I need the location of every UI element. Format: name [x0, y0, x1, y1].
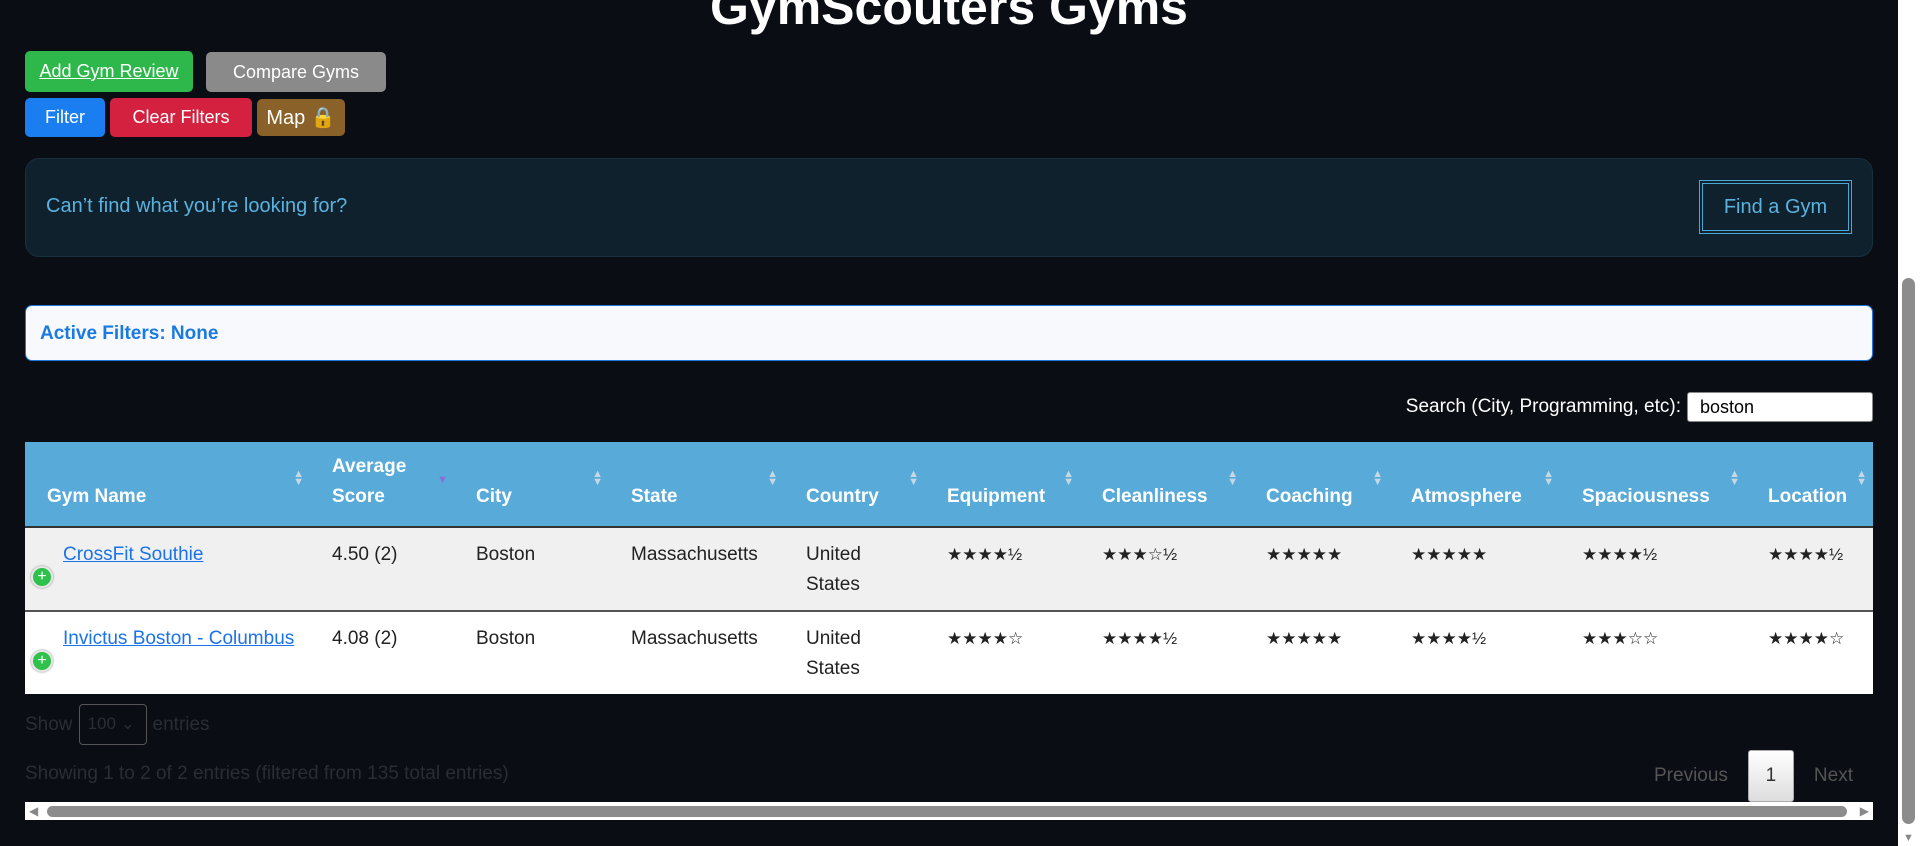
entries-select[interactable]: 100 ⌄	[78, 704, 147, 745]
state: Massachusetts	[609, 611, 784, 694]
expand-row-icon[interactable]: +	[31, 566, 53, 588]
search-input[interactable]	[1687, 392, 1873, 422]
column-header-gym-name[interactable]: Gym Name ▲ ▼	[25, 442, 310, 528]
location-rating: ★★★★☆	[1746, 611, 1873, 694]
pagination: Previous 1 Next	[1634, 750, 1873, 802]
location-rating: ★★★★½	[1746, 527, 1873, 612]
search-bar: Search (City, Programming, etc):	[1406, 392, 1873, 422]
search-label: Search (City, Programming, etc):	[1405, 396, 1681, 417]
column-header-city[interactable]: City ▲ ▼	[454, 442, 609, 528]
banner-text: Can’t find what you’re looking for?	[46, 195, 348, 217]
column-header-state[interactable]: State ▲ ▼	[609, 442, 784, 528]
city: Boston	[454, 527, 609, 612]
table-row: + CrossFit Southie 4.50 (2) Boston Massac…	[25, 527, 1873, 612]
compare-gyms-button[interactable]: Compare Gyms	[206, 52, 386, 92]
atmosphere-rating: ★★★★★	[1389, 527, 1560, 612]
atmosphere-rating: ★★★★½	[1389, 611, 1560, 694]
gym-link[interactable]: CrossFit Southie	[63, 544, 203, 565]
sort-icon: ▲ ▼	[1372, 468, 1383, 488]
gyms-table: Gym Name ▲ ▼ Average Score ▼ City ▲ ▼ State ▲ ▼…	[25, 442, 1873, 694]
average-score: 4.50 (2)	[310, 527, 454, 612]
previous-button[interactable]: Previous	[1634, 765, 1748, 787]
cleanliness-rating: ★★★☆½	[1080, 527, 1244, 612]
sort-icon: ▲ ▼	[1543, 468, 1554, 488]
show-label: Show	[25, 713, 73, 735]
entries-label: entries	[152, 713, 210, 735]
column-header-atmosphere[interactable]: Atmosphere ▲ ▼	[1389, 442, 1560, 528]
city: Boston	[454, 611, 609, 694]
sort-icon: ▲ ▼	[293, 468, 304, 488]
filter-button[interactable]: Filter	[25, 98, 105, 137]
sort-icon: ▲ ▼	[592, 468, 603, 488]
cleanliness-rating: ★★★★½	[1080, 611, 1244, 694]
sort-icon: ▲ ▼	[767, 468, 778, 488]
scroll-left-icon[interactable]: ◀	[29, 804, 38, 818]
map-button[interactable]: Map 🔒	[257, 99, 345, 136]
active-filters: Active Filters: None	[25, 305, 1873, 361]
sort-icon: ▲ ▼	[1856, 468, 1867, 488]
column-header-equipment[interactable]: Equipment ▲ ▼	[925, 442, 1080, 528]
column-header-average-score[interactable]: Average Score ▼	[310, 442, 454, 528]
find-gym-banner: Can’t find what you’re looking for? Find…	[25, 158, 1873, 257]
scrollbar-thumb[interactable]	[47, 806, 1847, 817]
page-title: GymScouters Gyms	[710, 0, 1188, 35]
gym-link[interactable]: Invictus Boston - Columbus	[63, 628, 294, 649]
horizontal-scrollbar[interactable]: ◀ ▶	[25, 802, 1873, 820]
column-header-cleanliness[interactable]: Cleanliness ▲ ▼	[1080, 442, 1244, 528]
sort-icon: ▲ ▼	[1729, 468, 1740, 488]
column-header-location[interactable]: Location ▲ ▼	[1746, 442, 1873, 528]
equipment-rating: ★★★★½	[925, 527, 1080, 612]
find-a-gym-button[interactable]: Find a Gym	[1699, 180, 1852, 234]
sort-icon: ▲ ▼	[908, 468, 919, 488]
spaciousness-rating: ★★★★½	[1560, 527, 1746, 612]
state: Massachusetts	[609, 527, 784, 612]
equipment-rating: ★★★★☆	[925, 611, 1080, 694]
next-button[interactable]: Next	[1794, 765, 1873, 787]
add-gym-review-button[interactable]: Add Gym Review	[25, 51, 193, 92]
spaciousness-rating: ★★★☆☆	[1560, 611, 1746, 694]
column-header-country[interactable]: Country ▲ ▼	[784, 442, 925, 528]
table-info: Showing 1 to 2 of 2 entries (filtered fr…	[25, 763, 509, 784]
coaching-rating: ★★★★★	[1244, 527, 1389, 612]
country: United States	[784, 527, 925, 612]
page: GymScouters Gyms Add Gym Review Compare …	[0, 0, 1898, 846]
chevron-down-icon: ⌄	[120, 714, 135, 733]
scroll-down-icon[interactable]: ▼	[1903, 832, 1914, 844]
column-header-spaciousness[interactable]: Spaciousness ▲ ▼	[1560, 442, 1746, 528]
average-score: 4.08 (2)	[310, 611, 454, 694]
entries-length: Show 100 ⌄ entries	[25, 704, 210, 745]
column-header-coaching[interactable]: Coaching ▲ ▼	[1244, 442, 1389, 528]
sort-desc-icon: ▼	[437, 474, 448, 486]
expand-row-icon[interactable]: +	[31, 650, 53, 672]
country: United States	[784, 611, 925, 694]
table-row: + Invictus Boston - Columbus 4.08 (2) Bos…	[25, 611, 1873, 694]
page-1-button[interactable]: 1	[1747, 750, 1794, 802]
scroll-right-icon[interactable]: ▶	[1860, 804, 1869, 818]
scrollbar-thumb[interactable]	[1902, 278, 1915, 824]
sort-icon: ▲ ▼	[1227, 468, 1238, 488]
clear-filters-button[interactable]: Clear Filters	[110, 98, 252, 137]
vertical-scrollbar[interactable]: ▼	[1898, 0, 1920, 846]
coaching-rating: ★★★★★	[1244, 611, 1389, 694]
sort-icon: ▲ ▼	[1063, 468, 1074, 488]
